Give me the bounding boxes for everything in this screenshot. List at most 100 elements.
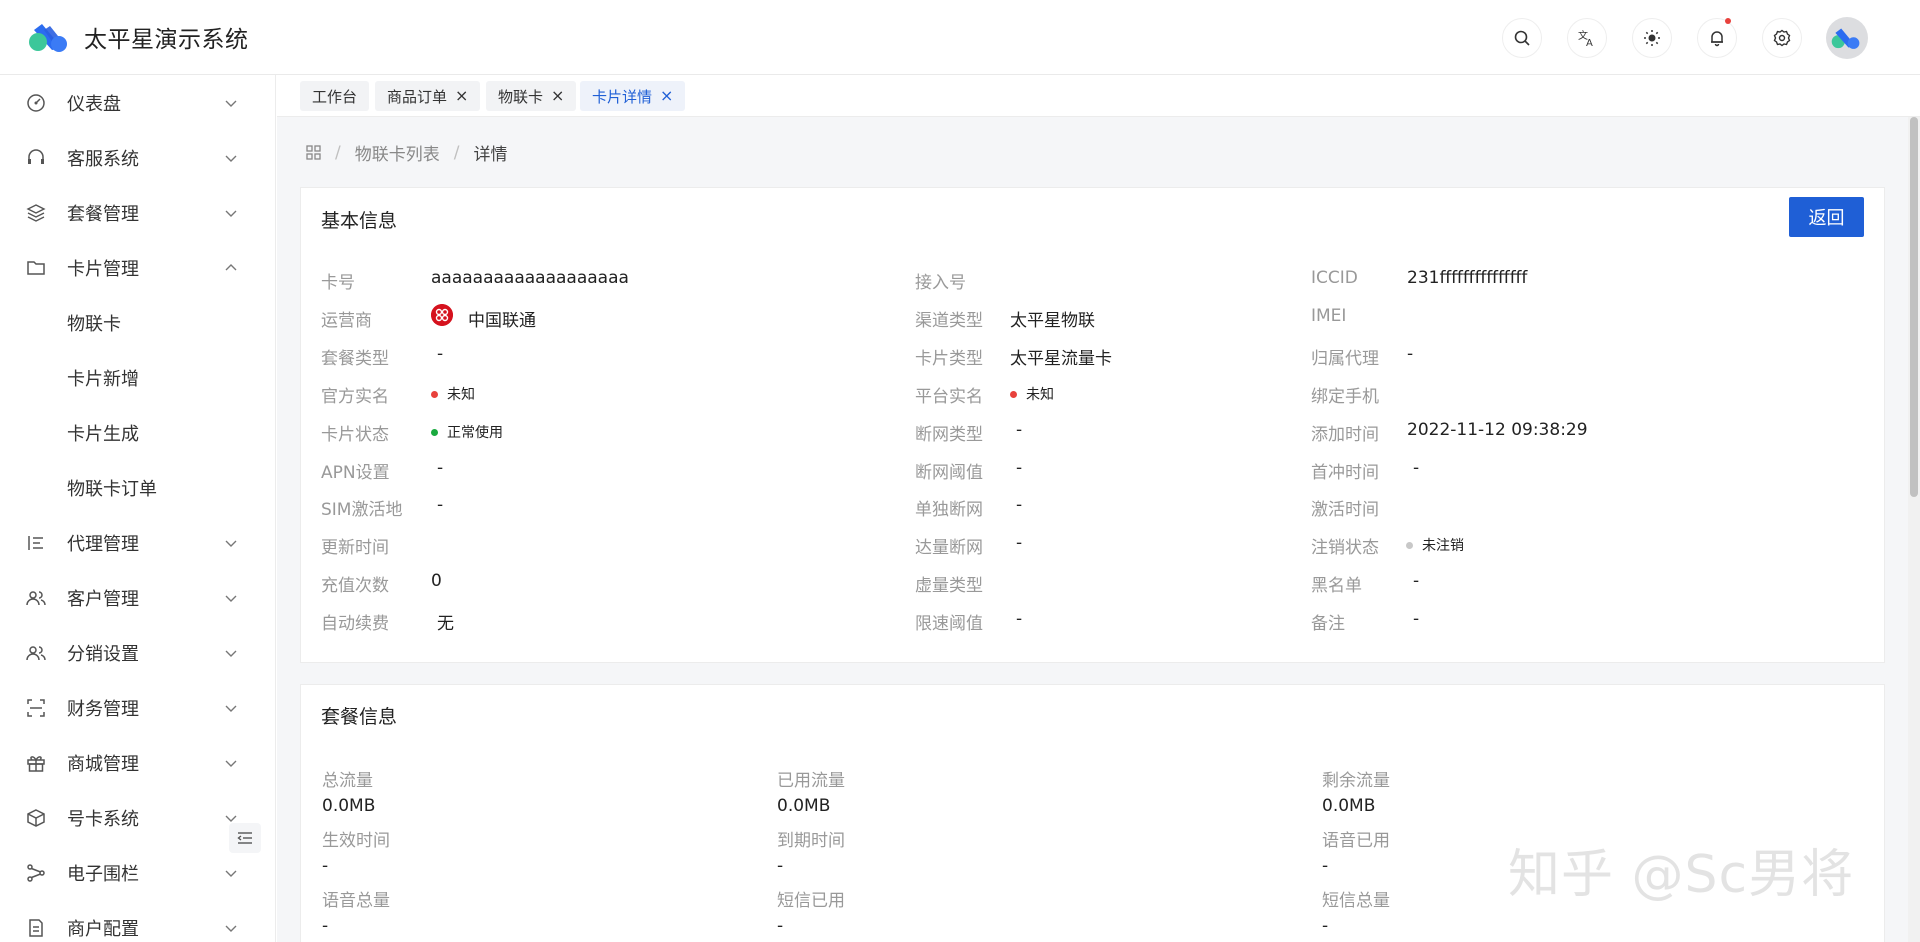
sidebar-item-label: 电子围栏 (67, 863, 139, 885)
breadcrumb-item[interactable]: 物联卡列表 (355, 140, 440, 165)
sidebar-item-dashboard[interactable]: 仪表盘 (0, 75, 275, 130)
avatar[interactable] (1826, 17, 1868, 59)
settings-button[interactable] (1762, 18, 1802, 58)
layers-icon (26, 204, 46, 222)
tab-product-orders[interactable]: 商品订单 × (375, 81, 481, 111)
status-dot (1406, 541, 1413, 549)
sidebar-item-merchant-config[interactable]: 商户配置 (0, 900, 275, 942)
sidebar-item-label: 客户管理 (67, 588, 139, 610)
breadcrumb-separator: / (335, 142, 341, 163)
tab-workbench[interactable]: 工作台 (300, 81, 370, 111)
share-icon (27, 864, 45, 882)
apps-grid-icon[interactable] (306, 145, 321, 160)
headset-icon (28, 149, 44, 164)
sidebar-item-agent[interactable]: 代理管理 (0, 515, 275, 570)
list-icon (28, 536, 43, 550)
breadcrumb-current: 详情 (473, 145, 508, 165)
tab-label: 卡片详情 (592, 87, 653, 106)
sidebar-item-mall[interactable]: 商城管理 (0, 735, 275, 790)
field-label: 虚量类型 (915, 576, 983, 596)
tab-iot-card[interactable]: 物联卡 × (486, 81, 577, 111)
sidebar-item-customer[interactable]: 客户管理 (0, 570, 275, 625)
status-dot (1010, 390, 1017, 398)
app-logo[interactable]: 太平星演示系统 (28, 20, 249, 54)
watermark: 知乎 @Sc男将 (1508, 845, 1855, 905)
field-label: SIM激活地 (321, 500, 403, 520)
sidebar-item-customer-service[interactable]: 客服系统 (0, 130, 275, 185)
blacklist-value: - (1413, 571, 1420, 591)
field-label: 套餐类型 (321, 349, 389, 369)
card-number-value: aaaaaaaaaaaaaaaaaaa (431, 268, 629, 288)
close-icon[interactable]: × (551, 88, 564, 104)
sidebar-item-package[interactable]: 套餐管理 (0, 185, 275, 240)
sidebar-subitem-iot-card[interactable]: 物联卡 (0, 295, 275, 350)
sidebar-item-distribution[interactable]: 分销设置 (0, 625, 275, 680)
sidebar-subitem-label: 物联卡 (67, 313, 121, 335)
notification-button[interactable] (1697, 18, 1737, 58)
breadcrumb-separator: / (453, 142, 460, 163)
status-text: 正常使用 (447, 425, 503, 441)
header-toolbar: 文A (1477, 17, 1868, 59)
theme-button[interactable] (1632, 18, 1672, 58)
sidebar-item-card-management[interactable]: 卡片管理 (0, 240, 275, 295)
field-label: 生效时间 (322, 831, 390, 851)
field-label: 备注 (1311, 614, 1345, 634)
speed-limit-value: - (1016, 609, 1023, 629)
translate-button[interactable]: 文A (1567, 18, 1607, 58)
status-dot (431, 390, 438, 398)
sidebar-item-label: 客服系统 (67, 148, 139, 170)
field-label: 运营商 (321, 311, 372, 331)
sidebar-subitem-card-generate[interactable]: 卡片生成 (0, 405, 275, 460)
sidebar-item-label: 套餐管理 (67, 203, 139, 225)
chevron-down-icon (225, 100, 237, 107)
sidebar-item-label: 商户配置 (67, 918, 139, 940)
breadcrumb: / 物联卡列表 / 详情 (306, 140, 507, 165)
sidebar-subitem-iot-card-orders[interactable]: 物联卡订单 (0, 460, 275, 515)
package-info-title: 套餐信息 (321, 706, 398, 728)
avatar-logo-icon (1831, 28, 1860, 49)
recharge-count-value: 0 (431, 571, 442, 591)
back-button[interactable]: 返回 (1789, 197, 1864, 237)
field-label: 渠道类型 (915, 311, 983, 331)
auto-renew-value: 无 (437, 614, 454, 634)
close-icon[interactable]: × (455, 88, 468, 104)
theme-icon (1644, 30, 1660, 46)
field-label: 归属代理 (1311, 349, 1379, 369)
chevron-down-icon (225, 155, 237, 162)
sidebar-collapse-button[interactable] (229, 823, 261, 853)
close-icon[interactable]: × (660, 88, 673, 104)
field-label: 自动续费 (321, 614, 389, 634)
chevron-down-icon (225, 210, 237, 217)
status-text: 未注销 (1422, 538, 1464, 554)
field-label: 语音已用 (1322, 831, 1390, 851)
field-label: 充值次数 (321, 576, 389, 596)
field-label: 卡片类型 (915, 349, 983, 369)
sidebar-item-label: 号卡系统 (67, 808, 139, 830)
effective-time-value: - (322, 856, 329, 876)
field-label: 添加时间 (1311, 425, 1379, 445)
card-type-value: 太平星流量卡 (1010, 349, 1112, 369)
sidebar-subitem-card-add[interactable]: 卡片新增 (0, 350, 275, 405)
sidebar-item-finance[interactable]: 财务管理 (0, 680, 275, 735)
field-label: 平台实名 (915, 387, 983, 407)
scan-icon (27, 699, 45, 717)
owner-agent-value: - (1407, 344, 1414, 364)
field-label: 接入号 (915, 273, 966, 293)
field-label: 断网类型 (915, 425, 983, 445)
cancellation-status: 未注销 (1406, 535, 1464, 555)
sidebar-item-geofence[interactable]: 电子围栏 (0, 845, 275, 900)
field-label: 到期时间 (777, 831, 845, 851)
remark-value: - (1413, 609, 1420, 629)
field-label: APN设置 (321, 463, 390, 483)
tab-card-detail[interactable]: 卡片详情 × (580, 81, 686, 111)
sidebar-subitem-label: 物联卡订单 (67, 478, 157, 500)
top-header: 太平星演示系统 文A (0, 0, 1920, 75)
users-icon (26, 646, 46, 661)
expire-time-value: - (777, 856, 784, 876)
field-label: 激活时间 (1311, 500, 1379, 520)
search-button[interactable] (1502, 18, 1542, 58)
field-label: 短信总量 (1322, 891, 1390, 911)
scrollbar-thumb[interactable] (1910, 117, 1918, 497)
field-label: 官方实名 (321, 387, 389, 407)
bell-icon (1711, 31, 1723, 47)
